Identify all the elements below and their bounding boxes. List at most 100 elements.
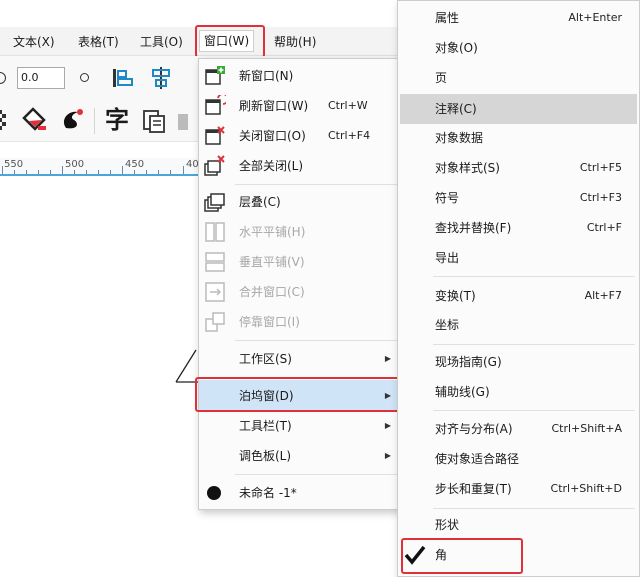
menu-item-label: 层叠(C) [239,195,281,209]
refresh-window-icon [205,95,226,115]
menu-item-tile-horizontal: 水平平铺(H) [199,217,399,247]
close-all-icon [204,155,225,176]
menu-item-label: 查找并替换(F) [435,221,512,235]
menu-item-workspace[interactable]: 工作区(S) ▶ [199,344,399,374]
partial-tool-icon[interactable] [176,108,194,134]
menu-window[interactable]: 窗口(W) [199,30,255,52]
fill-bucket-icon[interactable] [20,106,50,134]
new-window-icon [205,66,225,85]
docker-item-live-guides[interactable]: 现场指南(G) [398,347,640,377]
smear-tool-icon[interactable] [58,106,88,134]
menu-separator [235,184,397,185]
menu-item-label: 刷新窗口(W) [239,99,309,113]
menu-separator [235,474,397,475]
menu-item-shortcut: Ctrl+F3 [579,191,622,204]
docker-item-transform[interactable]: 变换(T) Alt+F7 [398,281,640,311]
checker-icon[interactable] [0,108,12,132]
menu-item-cascade[interactable]: 层叠(C) [199,187,399,217]
menu-item-palettes[interactable]: 调色板(L) ▶ [199,441,399,471]
menu-text[interactable]: 文本(X) [13,32,55,52]
menu-separator [433,410,635,411]
menu-item-label: 新窗口(N) [239,69,294,83]
docker-item-shape[interactable]: 形状 [398,510,640,540]
menu-item-label: 调色板(L) [239,449,292,463]
menu-separator [433,508,635,509]
menu-item-tile-vertical: 垂直平铺(V) [199,247,399,277]
menu-item-close-window[interactable]: 关闭窗口(O) Ctrl+F4 [199,121,399,151]
table-tool-icon[interactable] [141,108,167,134]
menu-table[interactable]: 表格(T) [78,32,119,52]
menu-separator [433,276,635,277]
radio-button-icon[interactable] [0,72,6,84]
menu-item-label: 坐标 [435,318,460,332]
menu-item-label: 辅助线(G) [435,385,490,399]
docker-item-properties[interactable]: 属性 Alt+Enter [398,3,640,33]
ruler-label: 550 [4,159,24,170]
menu-item-dock-windows: 停靠窗口(I) [199,307,399,337]
menu-item-shortcut: Ctrl+Shift+D [550,482,622,495]
menu-item-label: 使对象适合路径 [435,452,520,466]
docker-item-comments[interactable]: 注释(C) [400,94,637,124]
menu-item-close-all[interactable]: 全部关闭(L) [199,151,399,181]
menu-item-shortcut: Ctrl+F5 [579,161,622,174]
docker-item-corner[interactable]: 角 [398,540,640,570]
docker-item-export[interactable]: 导出 [398,243,640,273]
ruler-label: 450 [125,159,145,170]
menu-item-label: 工作区(S) [239,352,292,366]
menu-item-dockers[interactable]: 泊坞窗(D) ▶ [199,380,399,412]
value-input[interactable]: 0.0 [17,67,65,89]
menu-separator [235,340,397,341]
menu-item-label: 水平平铺(H) [239,225,306,239]
menu-item-label: 步长和重复(T) [435,482,512,496]
docker-item-align-distribute[interactable]: 对齐与分布(A) Ctrl+Shift+A [398,414,640,444]
menu-item-label: 符号 [435,191,460,205]
menu-item-new-window[interactable]: 新窗口(N) [199,61,399,91]
window-menu: 新窗口(N) 刷新窗口(W) Ctrl+W 关闭窗口(O) Ctrl+F4 全部… [198,58,400,510]
docker-item-coordinates[interactable]: 坐标 [398,310,640,340]
menu-item-document[interactable]: 未命名 -1* [199,478,399,508]
menu-item-label: 对象样式(S) [435,161,500,175]
docker-item-step-repeat[interactable]: 步长和重复(T) Ctrl+Shift+D [398,474,640,504]
menu-item-label: 对齐与分布(A) [435,422,513,436]
menu-tools[interactable]: 工具(O) [140,32,183,52]
docker-item-symbols[interactable]: 符号 Ctrl+F3 [398,183,640,213]
checkmark-icon [404,545,426,565]
docker-item-guidelines[interactable]: 辅助线(G) [398,377,640,407]
dockers-submenu: 属性 Alt+Enter 对象(O) 页 注释(C) 对象数据 对象样式(S) … [397,0,640,577]
menu-item-toolbars[interactable]: 工具栏(T) ▶ [199,411,399,441]
ruler-label: 40 [186,159,199,170]
docker-item-object-styles[interactable]: 对象样式(S) Ctrl+F5 [398,153,640,183]
menu-item-label: 页 [435,71,448,85]
align-left-icon[interactable] [110,66,138,90]
dock-windows-icon [205,312,225,332]
docker-item-find-replace[interactable]: 查找并替换(F) Ctrl+F [398,213,640,243]
menu-item-shortcut: Ctrl+F4 [328,129,371,142]
distribute-icon[interactable] [148,66,176,90]
small-circle-icon[interactable] [80,73,89,82]
toolbar-divider [94,108,95,134]
docker-item-objects[interactable]: 对象(O) [398,33,640,63]
menu-item-refresh-window[interactable]: 刷新窗口(W) Ctrl+W [199,91,399,121]
cascade-icon [204,193,225,212]
docker-item-object-data[interactable]: 对象数据 [398,123,640,153]
tile-horizontal-icon [205,222,225,242]
menu-item-label: 角 [435,548,448,562]
tile-vertical-icon [205,252,225,272]
menu-item-label: 全部关闭(L) [239,159,304,173]
menu-separator [433,344,635,345]
menu-item-shortcut: Alt+Enter [568,11,622,24]
docker-item-fit-to-path[interactable]: 使对象适合路径 [398,444,640,474]
text-tool-icon[interactable]: 字 [105,106,129,134]
close-window-icon [205,126,225,145]
combine-windows-icon [205,282,225,302]
docker-item-pages[interactable]: 页 [398,63,640,93]
menu-help[interactable]: 帮助(H) [274,32,316,52]
submenu-arrow-icon: ▶ [384,421,391,430]
menu-item-label: 停靠窗口(I) [239,315,300,329]
document-dot-icon [207,486,221,500]
menu-item-label: 对象(O) [435,41,478,55]
submenu-arrow-icon: ▶ [384,451,391,460]
menu-item-shortcut: Ctrl+F [586,221,622,234]
ruler-label: 500 [65,159,85,170]
menu-item-label: 关闭窗口(O) [239,129,306,143]
